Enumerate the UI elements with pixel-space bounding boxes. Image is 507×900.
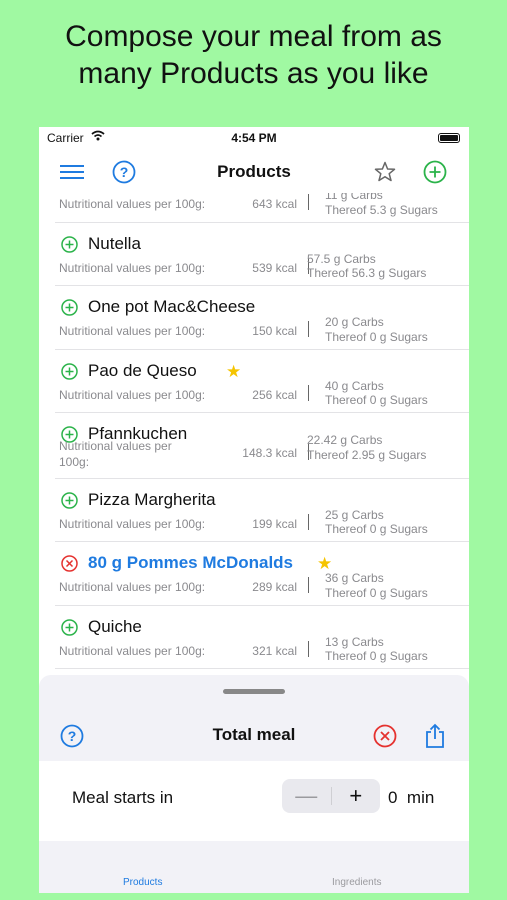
product-name: Quiche bbox=[88, 616, 142, 636]
nutrition-label: Nutritional values per 100g: bbox=[59, 439, 172, 469]
sugars-value: Thereof 0 g Sugars bbox=[325, 393, 428, 407]
sheet-header: ? Total meal bbox=[39, 711, 469, 761]
sugars-value: Thereof 56.3 g Sugars bbox=[307, 266, 427, 280]
carbs-block: 25 g Carbs Thereof 0 g Sugars bbox=[325, 508, 428, 537]
increment-button[interactable]: + bbox=[332, 779, 381, 813]
sugars-value: Thereof 0 g Sugars bbox=[325, 329, 428, 344]
product-name: 80 g Pommes McDonalds bbox=[88, 553, 294, 572]
value-separator bbox=[307, 384, 309, 401]
add-product-icon[interactable] bbox=[422, 159, 448, 185]
meal-start-row: Meal starts in — + 0 min bbox=[39, 761, 469, 841]
product-name: Pizza Margherita bbox=[88, 489, 216, 509]
sheet-grabber[interactable] bbox=[223, 689, 285, 694]
carbs-block: 22.42 g Carbs Thereof 2.95 g Sugars bbox=[307, 433, 426, 462]
phone-screen: Carrier 4:54 PM ? Products Nutritional v… bbox=[39, 127, 469, 893]
status-bar: Carrier 4:54 PM bbox=[39, 127, 469, 149]
status-time: 4:54 PM bbox=[231, 131, 277, 145]
promo-headline-line-1: Compose your meal from as bbox=[65, 20, 442, 53]
product-row[interactable]: Pizza Margherita Nutritional values per … bbox=[55, 479, 469, 542]
nutrition-label: Nutritional values per 100g: bbox=[59, 260, 206, 275]
navigation-bar: ? Products bbox=[39, 149, 469, 193]
carbs-value: 13 g Carbs bbox=[325, 634, 384, 649]
product-name: Nutella bbox=[88, 233, 141, 253]
carbs-value: 20 g Carbs bbox=[325, 315, 384, 329]
tab-ingredients[interactable]: Ingredients bbox=[332, 877, 381, 888]
carbs-block: 13 g Carbs Thereof 0 g Sugars bbox=[325, 635, 428, 664]
kcal-value: 321 kcal bbox=[252, 643, 297, 658]
offset-unit: min bbox=[406, 788, 435, 807]
add-to-meal-icon[interactable] bbox=[61, 235, 78, 253]
tab-products[interactable]: Products bbox=[123, 877, 162, 888]
nutrition-label: Nutritional values per 100g: bbox=[59, 387, 206, 402]
offset-number: 0 bbox=[388, 788, 398, 807]
product-row[interactable]: Nutella Nutritional values per 100g: 539… bbox=[55, 223, 469, 286]
value-separator bbox=[307, 194, 309, 210]
product-row-selected[interactable]: 80 g Pommes McDonalds ★ Nutritional valu… bbox=[55, 542, 469, 606]
sheet-title: Total meal bbox=[212, 725, 296, 744]
carbs-value: 36 g Carbs bbox=[325, 571, 384, 585]
carbs-value: 25 g Carbs bbox=[325, 507, 384, 522]
product-row[interactable]: Quiche Nutritional values per 100g: 321 … bbox=[55, 606, 469, 669]
product-row[interactable]: One pot Mac&Cheese Nutritional values pe… bbox=[55, 286, 469, 350]
nutrition-label: Nutritional values per 100g: bbox=[59, 643, 206, 658]
value-separator bbox=[307, 640, 309, 657]
sugars-value: Thereof 0 g Sugars bbox=[325, 649, 428, 663]
carbs-block: 20 g Carbs Thereof 0 g Sugars bbox=[325, 315, 428, 344]
sugars-value: Thereof 5.3 g Sugars bbox=[325, 202, 438, 217]
product-name: Pao de Queso bbox=[88, 360, 197, 380]
value-separator bbox=[307, 513, 309, 530]
add-to-meal-icon[interactable] bbox=[61, 618, 78, 636]
carbs-value: 57.5 g Carbs bbox=[307, 251, 376, 266]
sugars-value: Thereof 2.95 g Sugars bbox=[307, 447, 427, 462]
promo-headline: Compose your meal from as many Products … bbox=[0, 18, 507, 92]
nutrition-label: Nutritional values per 100g: bbox=[59, 580, 206, 594]
sugars-value: Thereof 0 g Sugars bbox=[325, 522, 428, 536]
meal-starts-label: Meal starts in bbox=[72, 788, 174, 807]
nutrition-label: Nutritional values per 100g: bbox=[59, 324, 206, 338]
kcal-value: 643 kcal bbox=[252, 197, 297, 211]
favorites-star-icon[interactable] bbox=[372, 159, 398, 185]
nutrition-label: Nutritional values per 100g: bbox=[59, 516, 206, 531]
product-name: One pot Mac&Cheese bbox=[88, 297, 256, 316]
carbs-value: 40 g Carbs bbox=[325, 378, 384, 393]
kcal-value: 539 kcal bbox=[252, 260, 297, 275]
carbs-block: 11 g Carbs Thereof 5.3 g Sugars bbox=[325, 193, 438, 217]
decrement-button[interactable]: — bbox=[282, 779, 331, 813]
tab-bar: Products Ingredients bbox=[39, 841, 469, 893]
battery-icon bbox=[438, 133, 460, 143]
carbs-block: 40 g Carbs Thereof 0 g Sugars bbox=[325, 379, 428, 408]
meal-offset-stepper[interactable]: — + bbox=[282, 779, 380, 813]
product-row[interactable]: Pfannkuchen Nutritional values per 100g:… bbox=[55, 413, 469, 479]
share-icon[interactable] bbox=[422, 723, 448, 749]
kcal-value: 148.3 kcal bbox=[242, 446, 297, 460]
add-to-meal-icon[interactable] bbox=[61, 299, 78, 316]
carbs-block: 57.5 g Carbs Thereof 56.3 g Sugars bbox=[307, 252, 426, 281]
kcal-value: 256 kcal bbox=[252, 387, 297, 402]
page-title: Products bbox=[217, 162, 291, 181]
value-separator bbox=[307, 321, 309, 337]
favorite-star-icon: ★ bbox=[226, 361, 242, 381]
carbs-value: 22.42 g Carbs bbox=[307, 433, 383, 447]
product-row[interactable]: Nutritional values per 100g: 643 kcal 11… bbox=[55, 193, 469, 223]
product-list[interactable]: Nutritional values per 100g: 643 kcal 11… bbox=[39, 193, 469, 669]
nutrition-label: Nutritional values per 100g: bbox=[59, 197, 206, 211]
total-meal-sheet: ? Total meal Meal starts in — + 0 min Pr… bbox=[39, 675, 469, 893]
kcal-value: 199 kcal bbox=[252, 516, 297, 531]
sugars-value: Thereof 0 g Sugars bbox=[325, 585, 428, 600]
remove-from-meal-icon[interactable] bbox=[61, 555, 78, 572]
value-separator bbox=[307, 577, 309, 593]
kcal-value: 289 kcal bbox=[252, 580, 297, 594]
meal-offset-value: 0 min bbox=[388, 788, 434, 808]
carbs-block: 36 g Carbs Thereof 0 g Sugars bbox=[325, 571, 428, 600]
clear-meal-icon[interactable] bbox=[372, 723, 398, 749]
carbs-value: 11 g Carbs bbox=[325, 193, 383, 202]
promo-headline-line-2: many Products as you like bbox=[78, 57, 429, 90]
add-to-meal-icon[interactable] bbox=[61, 362, 78, 380]
kcal-value: 150 kcal bbox=[252, 324, 297, 338]
add-to-meal-icon[interactable] bbox=[61, 491, 78, 509]
product-row[interactable]: Pao de Queso ★ Nutritional values per 10… bbox=[55, 350, 469, 413]
